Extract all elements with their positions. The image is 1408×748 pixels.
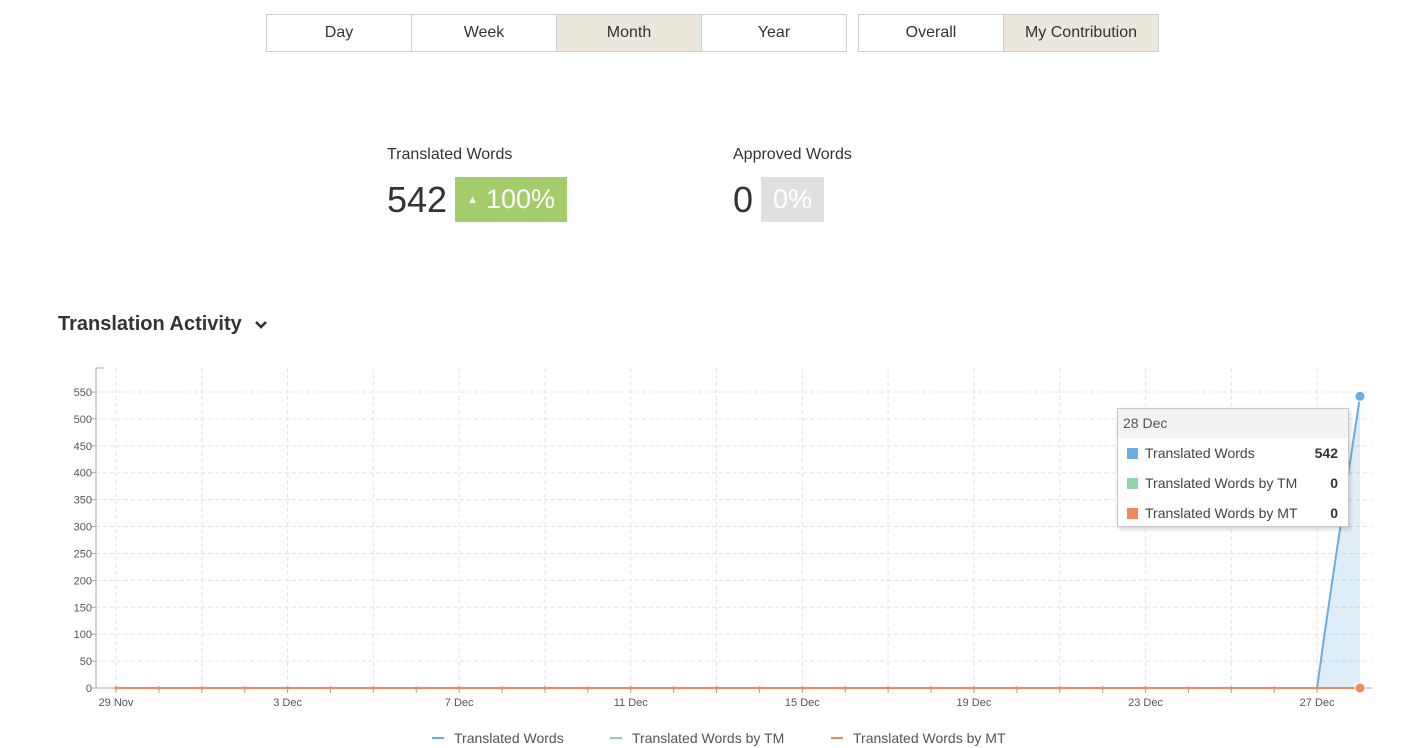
data-point xyxy=(929,686,933,690)
period-week-button[interactable]: Week xyxy=(412,14,557,52)
tooltip-series-name: Translated Words by TM xyxy=(1145,475,1298,491)
translated-words-label: Translated Words xyxy=(387,146,513,163)
x-tick-label: 27 Dec xyxy=(1300,697,1335,709)
legend-label: Translated Words xyxy=(454,730,564,746)
tooltip-series-value: 542 xyxy=(1314,445,1338,461)
data-point xyxy=(757,686,762,690)
approved-change-value: 0% xyxy=(773,184,813,214)
translated-words-value: 542 xyxy=(387,179,448,220)
tooltip-date: 28 Dec xyxy=(1118,409,1348,438)
data-point xyxy=(800,686,804,690)
tooltip-series-name: Translated Words xyxy=(1145,445,1255,461)
period-day-button[interactable]: Day xyxy=(266,14,412,52)
approved-change-badge: 0% xyxy=(761,177,825,222)
data-point xyxy=(629,686,633,690)
data-point xyxy=(1143,686,1148,690)
data-point xyxy=(200,686,204,690)
legend-line-icon xyxy=(432,737,444,739)
translated-change-value: 100% xyxy=(485,184,556,214)
x-tick-label: 19 Dec xyxy=(957,697,992,709)
data-point xyxy=(1354,390,1366,402)
series-swatch xyxy=(1127,477,1138,489)
y-tick-label: 300 xyxy=(74,522,92,534)
data-point xyxy=(1101,686,1105,690)
translation-activity-dropdown[interactable]: Translation Activity xyxy=(58,313,268,336)
data-point xyxy=(1015,686,1019,690)
data-point xyxy=(1315,686,1319,690)
data-point xyxy=(672,686,676,690)
scope-toggle: Overall My Contribution xyxy=(858,14,1159,52)
chevron-down-icon xyxy=(254,313,268,336)
data-point xyxy=(371,686,375,690)
legend-item-translated-words[interactable]: Translated Words xyxy=(432,728,564,748)
series-swatch xyxy=(1127,507,1138,519)
approved-words-value: 0 xyxy=(733,179,754,220)
legend-line-icon xyxy=(610,737,622,739)
legend-item-translated-words-tm[interactable]: Translated Words by TM xyxy=(610,728,784,748)
y-tick-label: 150 xyxy=(74,602,92,614)
x-tick-label: 7 Dec xyxy=(445,697,474,709)
scope-my-contribution-button[interactable]: My Contribution xyxy=(1004,14,1159,52)
scope-overall-button[interactable]: Overall xyxy=(858,14,1004,52)
x-tick-label: 29 Nov xyxy=(99,697,134,709)
y-tick-label: 50 xyxy=(80,656,92,668)
period-year-button[interactable]: Year xyxy=(702,14,847,52)
x-tick-label: 3 Dec xyxy=(273,697,302,709)
tooltip-series-value: 0 xyxy=(1330,475,1338,491)
translated-words-stat: Translated Words 542 ▲ 100% xyxy=(387,144,568,222)
tooltip-row: Translated Words 542 xyxy=(1118,438,1348,468)
x-tick-label: 11 Dec xyxy=(614,697,649,709)
data-point xyxy=(500,686,504,690)
y-tick-label: 0 xyxy=(86,683,92,695)
data-point xyxy=(457,686,461,690)
x-tick-label: 15 Dec xyxy=(785,697,820,709)
legend-line-icon xyxy=(831,737,843,739)
y-tick-label: 500 xyxy=(74,414,92,426)
data-point xyxy=(886,686,890,690)
legend-label: Translated Words by MT xyxy=(853,730,1006,746)
data-point xyxy=(1272,686,1276,690)
legend-label: Translated Words by TM xyxy=(632,730,785,746)
y-tick-label: 250 xyxy=(74,548,92,560)
data-point xyxy=(1354,682,1366,694)
data-point xyxy=(972,686,976,690)
chart-tooltip: 28 Dec Translated Words 542 Translated W… xyxy=(1117,408,1349,527)
x-tick-label: 23 Dec xyxy=(1128,697,1163,709)
data-point xyxy=(586,686,590,690)
data-point xyxy=(543,686,547,690)
approved-words-stat: Approved Words 0 0% xyxy=(733,144,852,222)
chart-legend: Translated Words Translated Words by TM … xyxy=(0,728,1408,748)
tooltip-series-value: 0 xyxy=(1330,505,1338,521)
data-point xyxy=(1229,686,1233,690)
data-point xyxy=(414,686,418,690)
y-tick-label: 450 xyxy=(74,441,92,453)
section-title: Translation Activity xyxy=(58,313,242,335)
data-point xyxy=(328,686,333,690)
y-tick-label: 100 xyxy=(74,629,92,641)
data-point xyxy=(243,686,247,690)
tooltip-series-name: Translated Words by MT xyxy=(1145,505,1298,521)
y-tick-label: 200 xyxy=(74,575,92,587)
data-point xyxy=(1186,686,1191,690)
data-point xyxy=(157,686,161,690)
y-tick-label: 350 xyxy=(74,495,92,507)
data-point xyxy=(114,686,118,690)
data-point xyxy=(1058,686,1062,690)
data-point xyxy=(843,686,847,690)
data-point xyxy=(285,686,290,690)
tooltip-row: Translated Words by MT 0 xyxy=(1118,498,1348,528)
legend-item-translated-words-mt[interactable]: Translated Words by MT xyxy=(831,728,1006,748)
approved-words-label: Approved Words xyxy=(733,146,852,163)
arrow-up-icon: ▲ xyxy=(467,193,478,206)
data-point xyxy=(714,686,719,690)
tooltip-row: Translated Words by TM 0 xyxy=(1118,468,1348,498)
series-swatch xyxy=(1127,447,1138,459)
period-month-button[interactable]: Month xyxy=(557,14,702,52)
translated-change-badge: ▲ 100% xyxy=(455,177,568,222)
period-toggle: Day Week Month Year xyxy=(266,14,847,52)
y-tick-label: 400 xyxy=(74,468,92,480)
y-tick-label: 550 xyxy=(74,387,92,399)
